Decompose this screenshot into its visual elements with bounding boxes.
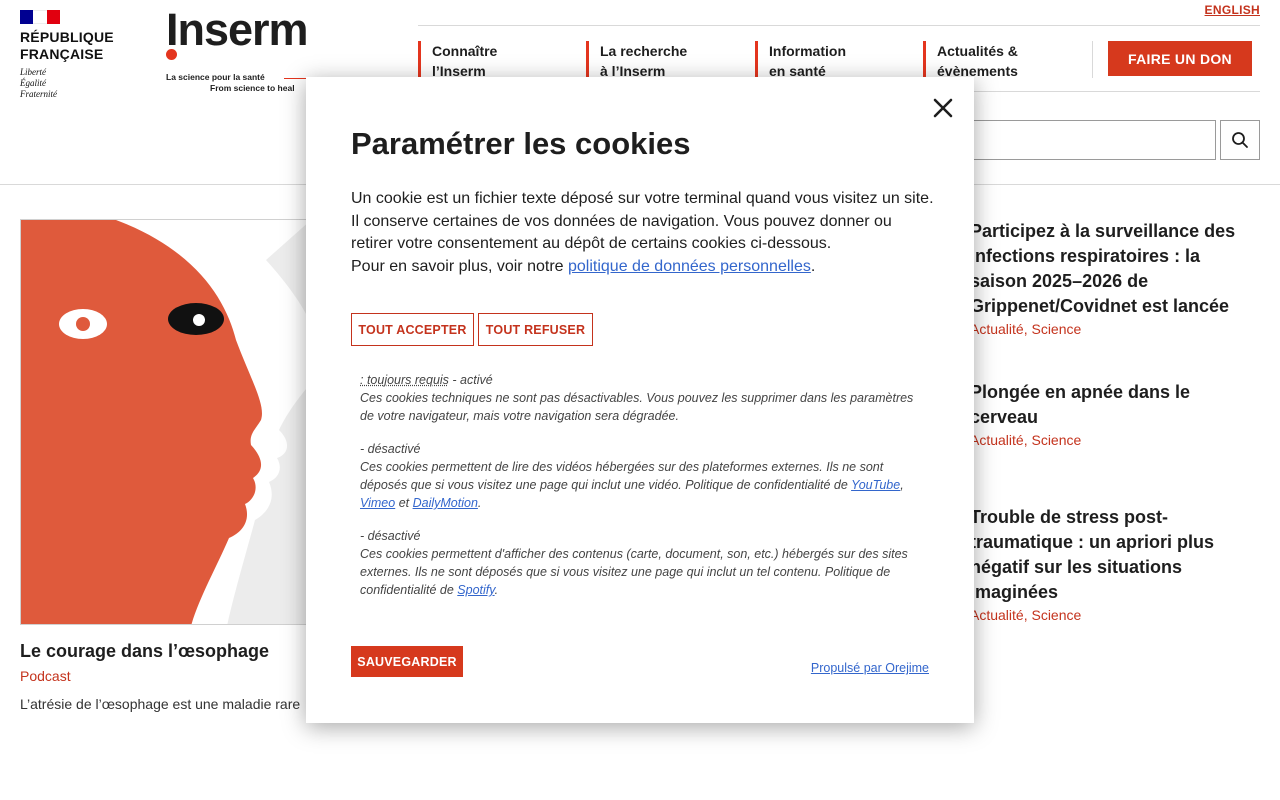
rf-line-1: RÉPUBLIQUE bbox=[20, 29, 114, 45]
news-item[interactable]: Plongée en apnée dans le cerveau Actuali… bbox=[970, 380, 1260, 448]
republique-francaise-logo[interactable]: RÉPUBLIQUE FRANÇAISE Liberté Égalité Fra… bbox=[20, 10, 120, 100]
donate-button[interactable]: FAIRE UN DON bbox=[1108, 41, 1252, 76]
feature-title[interactable]: Le courage dans l’œsophage bbox=[20, 641, 269, 662]
nav-item-information[interactable]: Information en santé bbox=[755, 41, 905, 79]
youtube-link[interactable]: YouTube bbox=[851, 478, 900, 492]
refuse-all-button[interactable]: TOUT REFUSER bbox=[478, 313, 593, 346]
inserm-tagline-fr: La science pour la santé bbox=[166, 72, 265, 82]
news-category[interactable]: Actualité, Science bbox=[970, 432, 1260, 448]
dailymotion-link[interactable]: DailyMotion bbox=[413, 496, 478, 510]
french-flag-icon bbox=[20, 10, 60, 24]
news-item[interactable]: Trouble de stress post-traumatique : un … bbox=[970, 505, 1260, 623]
news-item[interactable]: Participez à la surveillance des infecti… bbox=[970, 219, 1260, 337]
top-divider bbox=[418, 25, 1260, 26]
inserm-logo[interactable]: Inserm La science pour la santé From sci… bbox=[166, 6, 316, 94]
purpose-video[interactable]: - désactivé Ces cookies permettent de li… bbox=[360, 440, 930, 512]
save-button[interactable]: SAUVEGARDER bbox=[351, 646, 463, 677]
inserm-wordmark: Inserm bbox=[166, 4, 309, 55]
privacy-policy-link[interactable]: politique de données personnelles bbox=[568, 258, 811, 275]
purpose-required: : toujours requis - activé Ces cookies t… bbox=[360, 371, 930, 425]
nav-item-actualites[interactable]: Actualités & évènements bbox=[923, 41, 1073, 79]
inserm-tagline-en: From science to heal bbox=[210, 83, 295, 93]
purpose-text: Ces cookies permettent d'afficher des co… bbox=[360, 547, 908, 597]
feature-category[interactable]: Podcast bbox=[20, 668, 71, 684]
nav-item-recherche[interactable]: La recherche à l’Inserm bbox=[586, 41, 736, 79]
search-input[interactable] bbox=[960, 120, 1216, 160]
news-title[interactable]: Trouble de stress post-traumatique : un … bbox=[970, 505, 1260, 605]
close-icon[interactable] bbox=[932, 97, 954, 119]
purpose-state: - désactivé bbox=[360, 442, 421, 456]
nav-divider bbox=[1092, 41, 1093, 78]
news-category[interactable]: Actualité, Science bbox=[970, 321, 1260, 337]
news-title[interactable]: Plongée en apnée dans le cerveau bbox=[970, 380, 1260, 430]
accept-all-button[interactable]: TOUT ACCEPTER bbox=[351, 313, 474, 346]
spotify-link[interactable]: Spotify bbox=[457, 583, 494, 597]
language-switch-link[interactable]: ENGLISH bbox=[1205, 3, 1260, 17]
purpose-text: Ces cookies techniques ne sont pas désac… bbox=[360, 391, 914, 423]
purpose-state: - activé bbox=[448, 373, 493, 387]
search-icon bbox=[1232, 132, 1248, 148]
rf-motto: Liberté Égalité Fraternité bbox=[20, 67, 57, 99]
rf-line-2: FRANÇAISE bbox=[20, 46, 104, 62]
powered-by-link[interactable]: Propulsé par Orejime bbox=[811, 661, 929, 675]
purpose-text: Ces cookies permettent de lire des vidéo… bbox=[360, 460, 904, 510]
modal-description: Un cookie est un fichier texte déposé su… bbox=[351, 190, 934, 275]
feature-excerpt: L’atrésie de l’œsophage est une maladie … bbox=[20, 696, 301, 712]
news-category[interactable]: Actualité, Science bbox=[970, 607, 1260, 623]
nav-item-connaitre[interactable]: Connaître l’Inserm bbox=[418, 41, 568, 79]
required-label: : toujours requis bbox=[360, 373, 449, 387]
vimeo-link[interactable]: Vimeo bbox=[360, 496, 395, 510]
purpose-external-content[interactable]: - désactivé Ces cookies permettent d'aff… bbox=[360, 527, 930, 599]
search-button[interactable] bbox=[1220, 120, 1260, 160]
cookie-settings-modal: Paramétrer les cookies Un cookie est un … bbox=[306, 77, 974, 723]
purpose-state: - désactivé bbox=[360, 529, 421, 543]
modal-title: Paramétrer les cookies bbox=[351, 126, 691, 161]
news-title[interactable]: Participez à la surveillance des infecti… bbox=[970, 219, 1260, 319]
inserm-dot-icon bbox=[166, 49, 177, 60]
